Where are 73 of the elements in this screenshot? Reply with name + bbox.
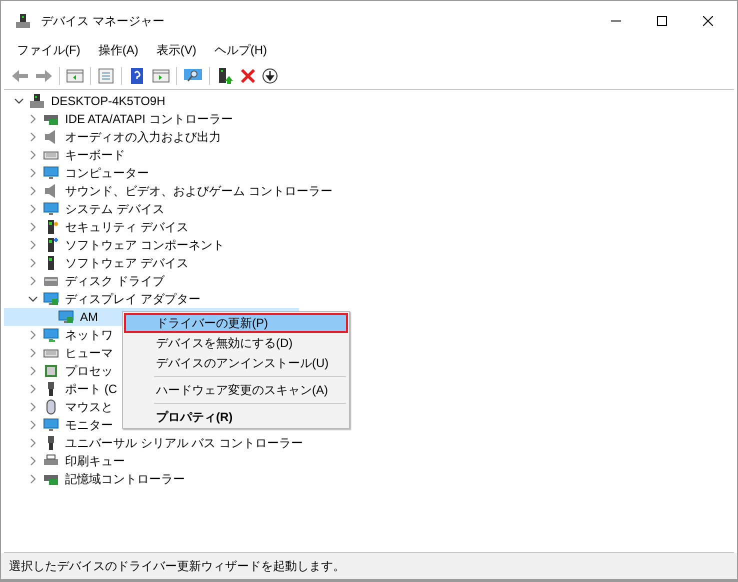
expand-chevron-icon[interactable]	[28, 168, 38, 178]
expand-chevron-icon[interactable]	[28, 384, 38, 394]
window-title: デバイス マネージャー	[41, 12, 166, 30]
expand-chevron-icon[interactable]	[28, 150, 38, 160]
expand-chevron-icon[interactable]	[28, 330, 38, 340]
expand-chevron-icon[interactable]	[28, 366, 38, 376]
expand-chevron-icon[interactable]	[28, 240, 38, 250]
tree-item[interactable]: システム デバイス	[64, 200, 166, 218]
expand-chevron-icon[interactable]	[28, 114, 38, 124]
tree-item[interactable]: ヒューマ	[64, 344, 114, 362]
tree-item[interactable]: オーディオの入力および出力	[64, 128, 222, 146]
expand-chevron-icon[interactable]	[28, 420, 38, 430]
panel-icon[interactable]	[66, 68, 84, 84]
tree-item[interactable]: DESKTOP-4K5TO9H	[50, 94, 166, 108]
back-arrow-icon[interactable]	[11, 68, 29, 84]
tree-item[interactable]: セキュリティ デバイス	[64, 218, 190, 236]
expand-chevron-icon[interactable]	[28, 258, 38, 268]
expand-chevron-icon[interactable]	[28, 186, 38, 196]
network-icon	[43, 327, 59, 343]
collapse-chevron-icon[interactable]	[14, 96, 24, 106]
menu-item[interactable]: プロパティ(R)	[124, 407, 348, 427]
menu-item[interactable]: ドライバーの更新(P)	[124, 313, 348, 333]
expand-chevron-icon[interactable]	[28, 402, 38, 412]
tree-item[interactable]: コンピューター	[64, 164, 150, 182]
expand-chevron-icon[interactable]	[28, 456, 38, 466]
menu-item[interactable]: デバイスを無効にする(D)	[124, 333, 348, 353]
display-card-icon	[43, 291, 59, 307]
display-card-icon	[58, 309, 74, 325]
tree-item[interactable]: プロセッ	[64, 362, 114, 380]
menu-item[interactable]: ヘルプ(H)	[208, 42, 273, 58]
tree-item[interactable]: IDE ATA/ATAPI コントローラー	[64, 110, 234, 128]
tree-item[interactable]: ソフトウェア コンポーネント	[64, 236, 226, 254]
tree-item[interactable]: ディスク ドライブ	[64, 272, 166, 290]
tree-item[interactable]: サウンド、ビデオ、およびゲーム コントローラー	[64, 182, 334, 200]
collapse-chevron-icon[interactable]	[28, 294, 38, 304]
minimize-icon	[611, 20, 621, 22]
menu-item[interactable]: デバイスのアンインストール(U)	[124, 353, 348, 373]
tree-item[interactable]: ネットワ	[64, 326, 114, 344]
expand-chevron-icon[interactable]	[28, 276, 38, 286]
tree-item[interactable]: 記憶域コントローラー	[64, 470, 186, 488]
menu-item[interactable]: ハードウェア変更のスキャン(A)	[124, 380, 348, 400]
menu-item[interactable]: ファイル(F)	[11, 42, 86, 58]
menu-item[interactable]: 表示(V)	[150, 42, 202, 58]
expand-chevron-icon[interactable]	[28, 204, 38, 214]
forward-arrow-icon[interactable]	[35, 68, 53, 84]
tree-item[interactable]: マウスと	[64, 398, 114, 416]
expand-chevron-icon[interactable]	[28, 438, 38, 448]
maximize-icon	[657, 16, 667, 26]
properties-icon[interactable]	[97, 68, 115, 84]
download-icon[interactable]	[262, 68, 278, 84]
delete-icon[interactable]	[240, 68, 256, 84]
status-text: 選択したデバイスのドライバー更新ウィザードを起動します。	[9, 558, 345, 574]
close-icon	[703, 16, 713, 26]
tree-item[interactable]: ポート (C	[64, 380, 118, 398]
expand-chevron-icon[interactable]	[28, 132, 38, 142]
expand-chevron-icon[interactable]	[28, 222, 38, 232]
expand-chevron-icon[interactable]	[28, 348, 38, 358]
device-update-icon[interactable]	[216, 68, 234, 84]
tree-item[interactable]: ディスプレイ アダプター	[64, 290, 202, 308]
tree-item[interactable]: モニター	[64, 416, 114, 434]
monitor-icon	[43, 417, 59, 433]
tree-item[interactable]: 印刷キュー	[64, 452, 126, 470]
tree-item[interactable]: ソフトウェア デバイス	[64, 254, 190, 272]
panel-icon[interactable]	[152, 68, 170, 84]
tree-item[interactable]: ユニバーサル シリアル バス コントローラー	[64, 434, 304, 452]
help-icon[interactable]	[128, 68, 146, 84]
tree-item[interactable]: AM	[79, 310, 99, 324]
tree-item[interactable]: キーボード	[64, 146, 126, 164]
chip-icon	[43, 363, 59, 379]
menu-item[interactable]: 操作(A)	[92, 42, 144, 58]
monitor-icon	[43, 165, 59, 181]
expand-chevron-icon[interactable]	[28, 474, 38, 484]
monitor-search-icon[interactable]	[183, 68, 203, 84]
